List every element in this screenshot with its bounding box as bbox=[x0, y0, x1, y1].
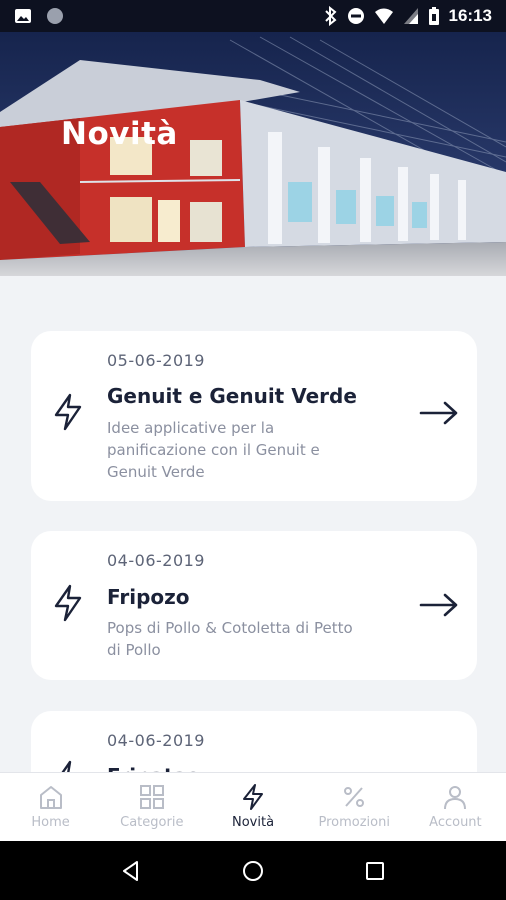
news-card[interactable]: 04-06-2019 Fripozo Pops di Pollo & Cotol… bbox=[31, 531, 477, 680]
percent-icon bbox=[344, 787, 365, 807]
news-date: 04-06-2019 bbox=[107, 551, 205, 570]
bolt-icon bbox=[54, 584, 82, 622]
nav-label: Home bbox=[31, 815, 70, 830]
circle-icon bbox=[47, 8, 63, 24]
bolt-icon bbox=[54, 393, 82, 431]
nav-item-home[interactable]: Home bbox=[0, 773, 101, 841]
news-date: 05-06-2019 bbox=[107, 351, 205, 370]
clock: 16:13 bbox=[448, 6, 492, 25]
news-description: Pops di Pollo & Cotoletta di Petto di Po… bbox=[107, 619, 353, 659]
news-description: Idee applicative per la panificazione co… bbox=[107, 419, 320, 481]
bottom-nav: Home Categorie Novità Promozioni Account bbox=[0, 772, 506, 841]
battery-icon bbox=[428, 7, 439, 25]
news-date: 04-06-2019 bbox=[107, 731, 205, 750]
nav-label: Categorie bbox=[120, 815, 184, 830]
user-icon bbox=[444, 786, 467, 810]
building-photo bbox=[0, 32, 506, 276]
bluetooth-icon bbox=[324, 6, 337, 26]
arrow-right-icon[interactable] bbox=[419, 593, 459, 617]
hero-banner: Novità bbox=[0, 32, 506, 276]
home-icon bbox=[39, 786, 62, 809]
recents-icon[interactable] bbox=[363, 859, 387, 883]
nav-label: Novità bbox=[231, 815, 275, 830]
nav-item-categorie[interactable]: Categorie bbox=[101, 773, 202, 841]
news-card[interactable]: 04-06-2019 Fripatas bbox=[31, 711, 477, 772]
news-title: Fripatas bbox=[107, 764, 199, 772]
image-icon bbox=[15, 9, 31, 23]
signal-icon bbox=[403, 8, 418, 24]
wifi-icon bbox=[374, 8, 393, 24]
nav-label: Promozioni bbox=[318, 815, 390, 830]
grid-icon bbox=[139, 785, 164, 809]
news-list[interactable]: 05-06-2019 Genuit e Genuit Verde Idee ap… bbox=[0, 276, 506, 772]
back-icon[interactable] bbox=[119, 859, 143, 883]
news-title: Fripozo bbox=[107, 585, 190, 609]
nav-item-account[interactable]: Account bbox=[405, 773, 506, 841]
bolt-icon bbox=[61, 760, 72, 772]
news-card[interactable]: 05-06-2019 Genuit e Genuit Verde Idee ap… bbox=[31, 331, 477, 501]
nav-item-promozioni[interactable]: Promozioni bbox=[304, 773, 405, 841]
news-title: Genuit e Genuit Verde bbox=[107, 384, 357, 408]
bolt-icon bbox=[243, 784, 263, 810]
status-bar: 16:13 bbox=[0, 0, 506, 32]
nav-label: Account bbox=[429, 815, 482, 830]
arrow-right-icon[interactable] bbox=[419, 401, 459, 425]
system-nav-bar bbox=[0, 841, 506, 900]
do-not-disturb-icon bbox=[347, 8, 364, 24]
nav-item-novita[interactable]: Novità bbox=[202, 773, 303, 841]
home-circle-icon[interactable] bbox=[241, 859, 265, 883]
page-title: Novità bbox=[61, 116, 178, 152]
